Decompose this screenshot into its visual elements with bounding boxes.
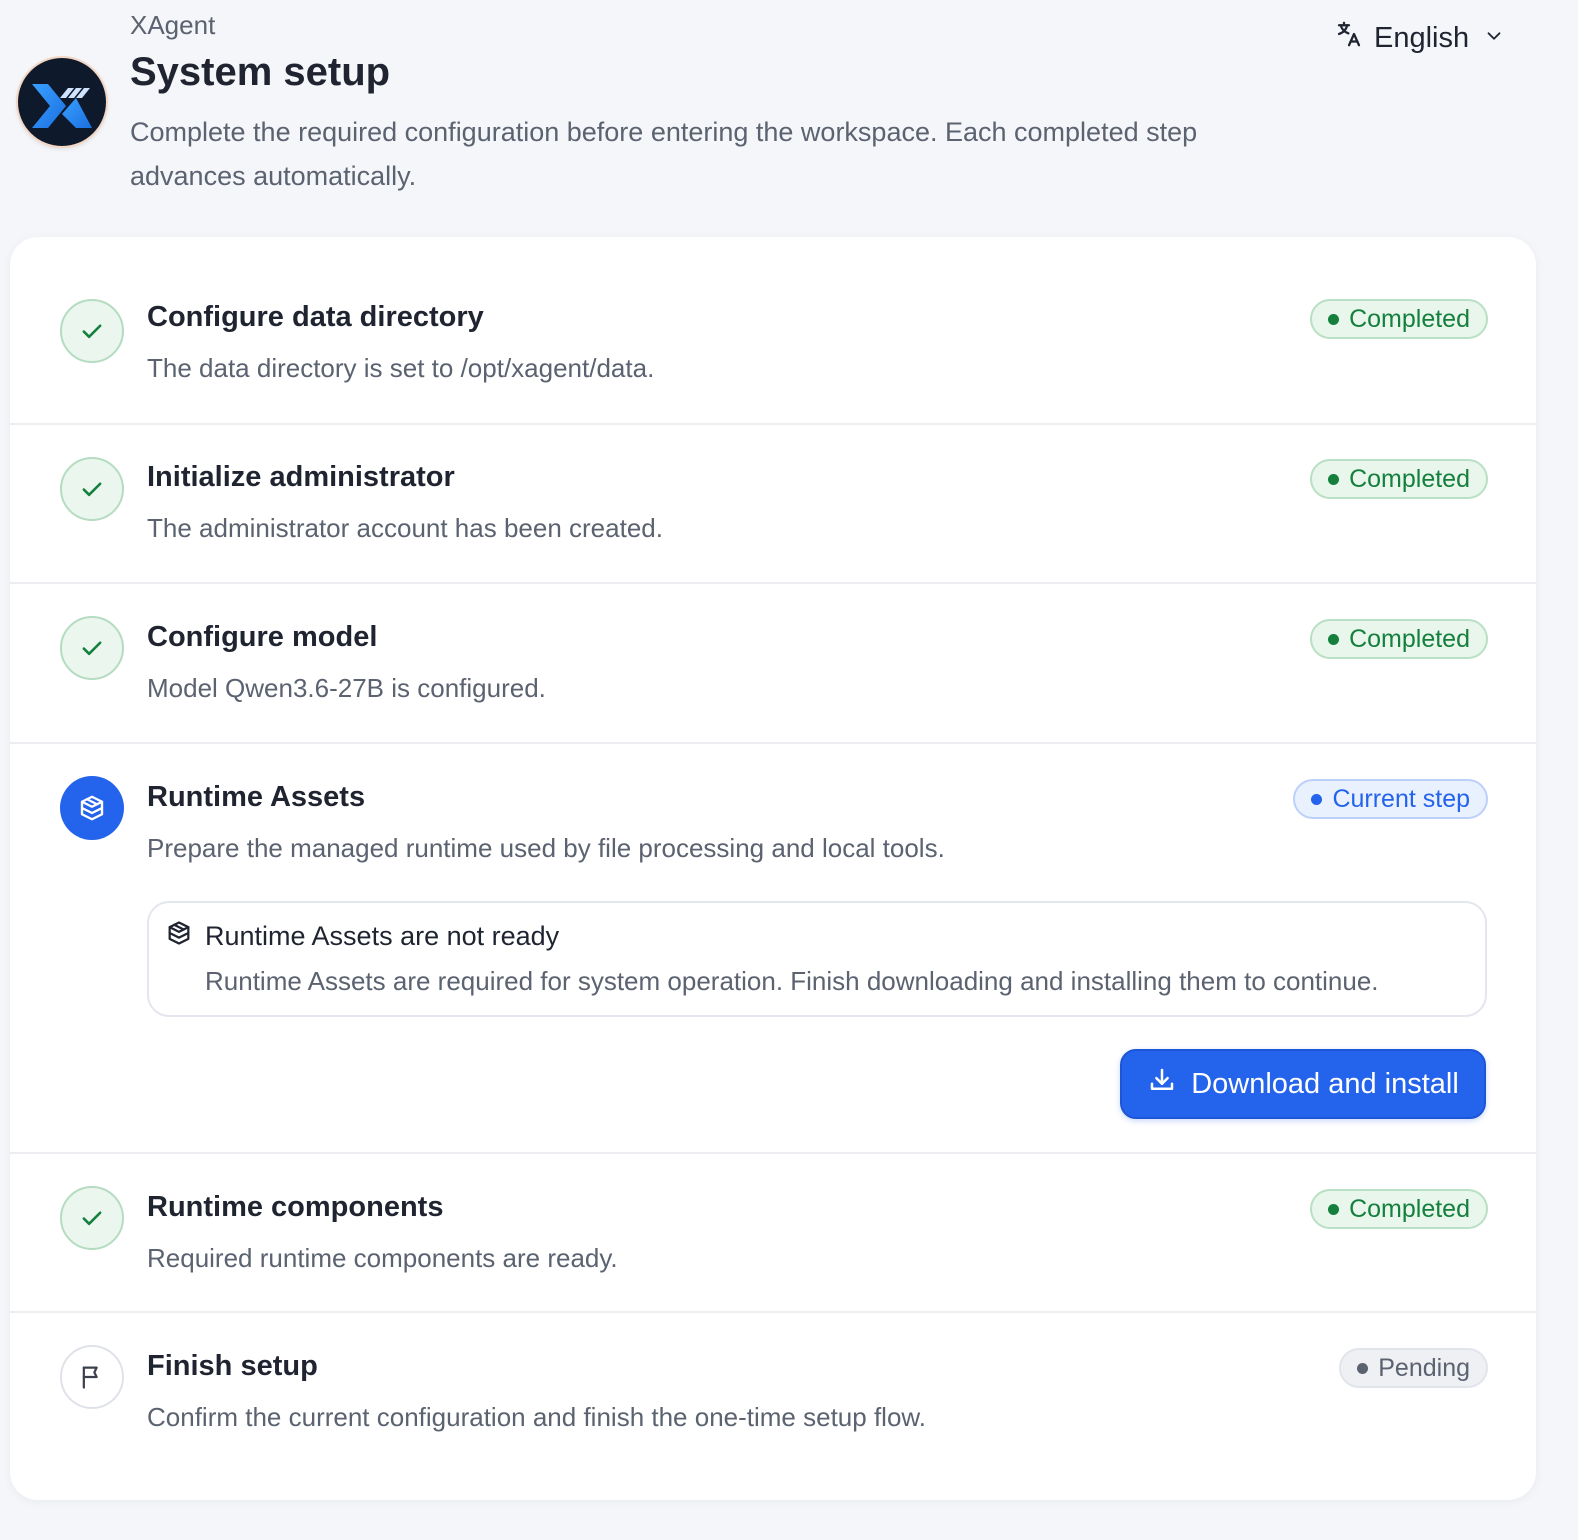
download-and-install-label: Download and install bbox=[1191, 1067, 1459, 1100]
step-configure-data-directory: Configure data directory The data direct… bbox=[10, 237, 1536, 425]
status-label: Completed bbox=[1349, 304, 1470, 333]
notice-title: Runtime Assets are not ready bbox=[205, 921, 560, 951]
package-icon bbox=[60, 776, 124, 840]
step-title: Runtime Assets bbox=[147, 781, 366, 813]
setup-steps-card: Configure data directory The data direct… bbox=[10, 237, 1536, 1500]
step-title: Initialize administrator bbox=[147, 461, 455, 493]
page-description: Complete the required configuration befo… bbox=[130, 117, 1198, 191]
status-label: Current step bbox=[1332, 784, 1470, 813]
status-dot bbox=[1357, 1362, 1369, 1374]
check-icon bbox=[60, 457, 124, 521]
status-badge: Completed bbox=[1310, 1189, 1488, 1229]
step-description: Confirm the current configuration and fi… bbox=[147, 1402, 926, 1432]
download-and-install-button[interactable]: Download and install bbox=[1120, 1049, 1486, 1119]
step-description: Prepare the managed runtime used by file… bbox=[147, 833, 945, 863]
flag-icon bbox=[60, 1345, 124, 1409]
status-dot bbox=[1328, 633, 1340, 645]
status-badge: Completed bbox=[1310, 299, 1488, 339]
language-label: English bbox=[1374, 21, 1470, 54]
step-title: Finish setup bbox=[147, 1350, 318, 1382]
check-icon bbox=[60, 1186, 124, 1250]
xagent-logo bbox=[18, 58, 106, 146]
step-title: Configure model bbox=[147, 621, 378, 653]
page-title: System setup bbox=[130, 50, 391, 94]
status-dot bbox=[1328, 1203, 1340, 1215]
status-label: Completed bbox=[1349, 624, 1470, 653]
check-icon bbox=[60, 299, 124, 363]
status-label: Completed bbox=[1349, 464, 1470, 493]
status-dot bbox=[1328, 313, 1340, 325]
step-configure-model: Configure model Model Qwen3.6-27B is con… bbox=[10, 584, 1536, 744]
status-badge: Current step bbox=[1293, 779, 1488, 819]
check-icon bbox=[60, 616, 124, 680]
step-description: Model Qwen3.6-27B is configured. bbox=[147, 673, 546, 703]
status-label: Completed bbox=[1349, 1194, 1470, 1223]
status-dot bbox=[1311, 793, 1323, 805]
status-badge: Completed bbox=[1310, 459, 1488, 499]
step-runtime-components: Runtime components Required runtime comp… bbox=[10, 1154, 1536, 1313]
runtime-assets-notice: Runtime Assets are not ready Runtime Ass… bbox=[147, 901, 1487, 1017]
step-description: The administrator account has been creat… bbox=[147, 513, 663, 543]
step-title: Runtime components bbox=[147, 1191, 444, 1223]
status-label: Pending bbox=[1378, 1353, 1470, 1382]
translate-icon bbox=[1334, 19, 1364, 57]
status-dot bbox=[1328, 473, 1340, 485]
step-runtime-assets: Runtime Assets Prepare the managed runti… bbox=[10, 744, 1536, 1154]
page-header: XAgent System setup Complete the require… bbox=[0, 0, 1578, 230]
language-selector[interactable]: English bbox=[1334, 18, 1505, 58]
step-description: Required runtime components are ready. bbox=[147, 1243, 618, 1273]
download-icon bbox=[1147, 1065, 1177, 1103]
app-name: XAgent bbox=[130, 10, 216, 40]
notice-description: Runtime Assets are required for system o… bbox=[205, 966, 1379, 996]
status-badge: Completed bbox=[1310, 619, 1488, 659]
chevron-down-icon bbox=[1483, 22, 1505, 55]
package-icon bbox=[165, 919, 193, 952]
step-initialize-administrator: Initialize administrator The administrat… bbox=[10, 425, 1536, 584]
step-title: Configure data directory bbox=[147, 301, 484, 333]
status-badge: Pending bbox=[1339, 1348, 1488, 1388]
step-description: The data directory is set to /opt/xagent… bbox=[147, 353, 655, 383]
step-finish-setup: Finish setup Confirm the current configu… bbox=[10, 1313, 1536, 1500]
